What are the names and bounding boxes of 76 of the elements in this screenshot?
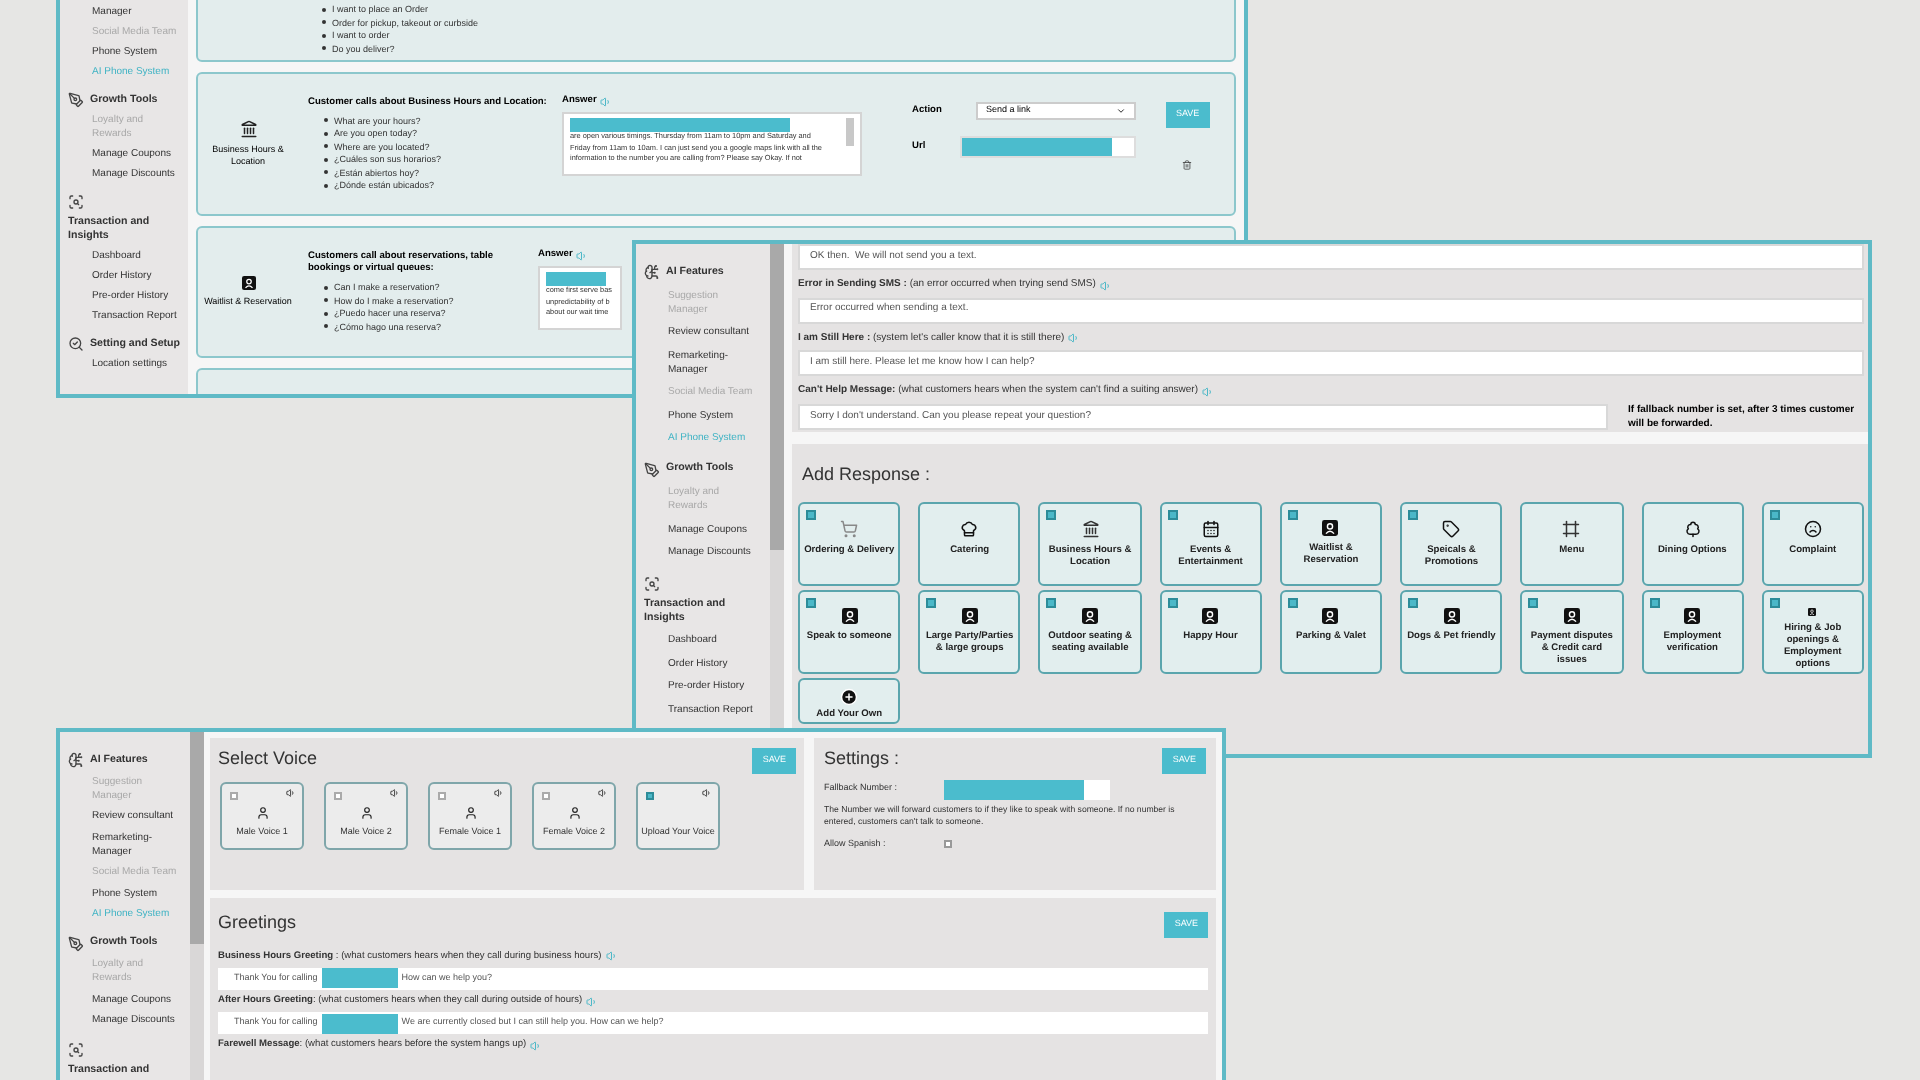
tag-icon (1442, 520, 1461, 538)
person-icon (359, 805, 373, 820)
building-icon (1081, 520, 1100, 538)
panel-title: Select Voice (218, 748, 318, 770)
speaker-icon[interactable] (286, 787, 296, 798)
redaction-bar (944, 779, 1084, 800)
person-badge-icon (241, 276, 255, 290)
checkbox[interactable] (230, 791, 238, 800)
checkbox[interactable] (1046, 598, 1057, 608)
panel-title: Add Response : (802, 464, 933, 484)
person-badge-icon (1082, 608, 1099, 624)
checkbox[interactable] (1167, 510, 1178, 520)
checkbox[interactable] (334, 791, 342, 800)
person-badge-icon (961, 608, 978, 624)
redaction-bar (321, 1013, 398, 1034)
pen-icon (644, 461, 660, 477)
scrollbar-thumb[interactable] (770, 244, 784, 550)
speaker-icon[interactable] (494, 787, 504, 798)
calendar-icon (1201, 520, 1220, 538)
checkbox[interactable] (806, 598, 816, 608)
brain-icon (68, 752, 84, 768)
person-badge-icon (1443, 608, 1460, 624)
frown-icon (1803, 520, 1822, 538)
checkbox[interactable] (1408, 510, 1419, 520)
person-icon (463, 805, 477, 820)
magnifier-icon (68, 194, 84, 210)
checkbox[interactable] (944, 840, 952, 849)
person-badge-icon (1322, 608, 1339, 624)
person-badge-icon (1684, 608, 1701, 624)
speaker-icon[interactable] (390, 787, 400, 798)
magnifier-icon (68, 1041, 84, 1057)
brain-icon (644, 264, 660, 280)
person-badge-icon (1804, 608, 1821, 616)
checkbox[interactable] (806, 510, 816, 520)
checkbox[interactable] (1046, 510, 1057, 520)
chef-hat-icon (960, 520, 979, 538)
checkbox[interactable] (1649, 598, 1660, 608)
scrollbar-thumb[interactable] (846, 118, 854, 147)
person-badge-icon (1322, 520, 1339, 536)
checkbox[interactable] (646, 791, 654, 800)
person-badge-icon (1563, 608, 1580, 624)
tree-icon (1683, 520, 1702, 538)
checkbox[interactable] (1528, 598, 1539, 608)
chevron-down-icon (1116, 106, 1126, 116)
answer-field[interactable] (562, 112, 862, 177)
checkbox[interactable] (1408, 598, 1419, 608)
checkbox[interactable] (926, 598, 937, 608)
plus-icon (840, 688, 859, 706)
scrollbar-thumb[interactable] (190, 732, 204, 944)
magnifier-icon (644, 575, 660, 591)
checkbox[interactable] (1287, 510, 1298, 520)
panel-title: Greetings (218, 912, 297, 934)
redaction-bar (546, 272, 606, 287)
url-field[interactable] (960, 136, 1136, 158)
checkbox[interactable] (1287, 598, 1298, 608)
speaker-icon[interactable] (598, 787, 608, 798)
building-icon (239, 120, 257, 138)
person-badge-icon (1202, 608, 1219, 624)
speaker-icon[interactable] (702, 787, 712, 798)
checkbox[interactable] (1769, 598, 1780, 608)
checkbox[interactable] (1769, 510, 1780, 520)
person-icon (255, 805, 269, 820)
fallback-number-field[interactable] (944, 779, 1110, 800)
cart-icon (840, 520, 859, 538)
pen-icon (68, 92, 84, 108)
delete-button[interactable] (1182, 159, 1193, 170)
checkbox[interactable] (542, 791, 550, 800)
person-badge-icon (841, 608, 858, 624)
person-icon (567, 805, 581, 820)
checkbox[interactable] (1167, 598, 1178, 608)
redaction-bar (321, 968, 398, 989)
magnifier-icon (68, 336, 84, 352)
panel-title: Settings : (824, 748, 900, 770)
checkbox[interactable] (438, 791, 446, 800)
trash-icon (1182, 159, 1193, 170)
pen-icon (68, 935, 84, 951)
